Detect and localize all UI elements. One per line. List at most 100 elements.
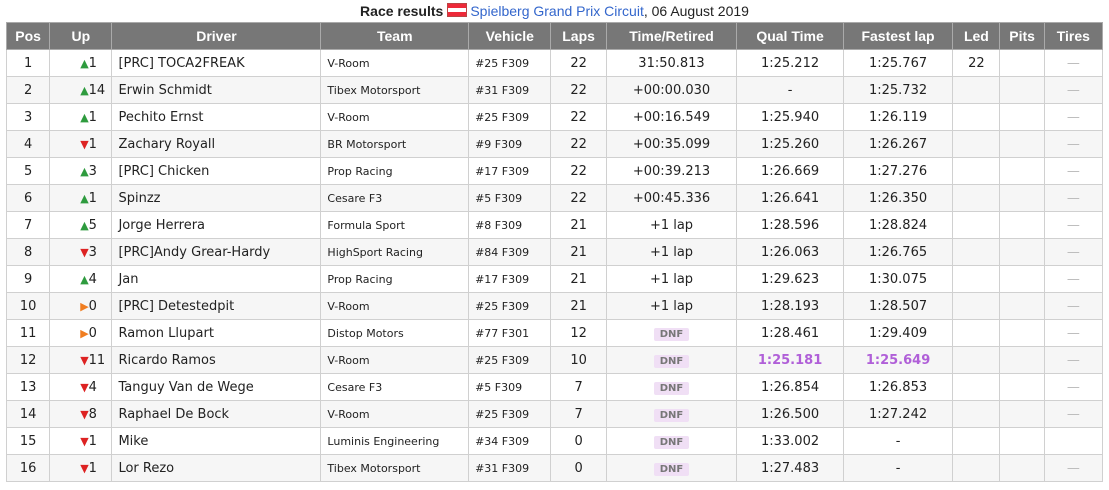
laps-cell: 7 [550,400,607,428]
col-header-team[interactable]: Team [320,22,470,50]
position-change-value: 1 [88,433,97,449]
team-name: V-Room [320,49,470,77]
position-change-value: 5 [88,217,97,233]
team-name: Tibex Motorsport [320,454,470,482]
team-name: Prop Racing [320,157,470,185]
qual-time-cell: 1:25.181 [736,346,844,374]
position-change: ▼1 [49,454,113,482]
col-header-pits[interactable]: Pits [999,22,1045,50]
fastest-lap-cell: 1:28.507 [842,292,954,320]
table-row: 14 ▼8 Raphael De Bock V-Room #25 F309 7 DNF 1:2… [5,400,1104,428]
team-name: Prop Racing [320,265,470,293]
col-header-fastest[interactable]: Fastest lap [842,22,954,50]
position-change: ▼11 [49,346,113,374]
team-name: HighSport Racing [320,238,470,266]
table-row: 10 ▶0 [PRC] Detestedpit V-Room #25 F309 21 +1 … [5,292,1104,320]
table-row: 9 ▲4 Jan Prop Racing #17 F309 21 +1 lap 1:29.62… [5,265,1104,293]
col-header-vehicle[interactable]: Vehicle [468,22,552,50]
fastest-lap-cell: 1:25.649 [842,346,954,374]
position-change-value: 3 [88,244,97,260]
time-cell: DNF [605,427,738,455]
time-cell: +1 lap [605,238,738,266]
fastest-lap-cell: 1:29.409 [842,319,954,347]
fastest-lap-cell: 1:26.267 [842,130,954,158]
position-change-value: 14 [88,82,106,98]
vehicle-cell: #9 F309 [468,130,552,158]
pos-cell: 7 [5,211,51,239]
fastest-lap-cell: 1:30.075 [842,265,954,293]
laps-cell: 7 [550,373,607,401]
triangle-up-icon: ▲ [80,218,89,232]
tires-cell: — [1043,49,1104,77]
triangle-up-icon: ▲ [80,164,89,178]
qual-time-cell: 1:26.669 [736,157,844,185]
pits-cell [999,238,1045,266]
pits-cell [999,346,1045,374]
pos-cell: 3 [5,103,51,131]
team-name: Cesare F3 [320,184,470,212]
driver-name: Mike [111,427,322,455]
pos-cell: 8 [5,238,51,266]
led-cell [952,454,1001,482]
table-row: 6 ▲1 Spinzz Cesare F3 #5 F309 22 +00:45.336 1:2… [5,184,1104,212]
qual-time-cell: 1:33.002 [736,427,844,455]
position-change: ▲4 [49,265,113,293]
triangle-down-icon: ▼ [80,461,89,475]
led-cell [952,346,1001,374]
time-cell: +00:00.030 [605,76,738,104]
triangle-up-icon: ▲ [80,191,89,205]
pos-cell: 1 [5,49,51,77]
col-header-qual[interactable]: Qual Time [736,22,844,50]
position-change-value: 11 [88,352,106,368]
table-row: 8 ▼3 [PRC]Andy Grear-Hardy HighSport Racing… [5,238,1104,266]
time-cell: DNF [605,346,738,374]
header-row: Pos Up Driver Team Vehicle Laps Time/Ret… [5,22,1104,50]
laps-cell: 22 [550,130,607,158]
position-change: ▲5 [49,211,113,239]
col-header-up[interactable]: Up [49,22,113,50]
dnf-badge: DNF [653,327,690,341]
led-cell: 22 [952,49,1001,77]
team-name: Distop Motors [320,319,470,347]
driver-name: Jan [111,265,322,293]
triangle-down-icon: ▼ [80,407,89,421]
position-change-value: 3 [88,163,97,179]
led-cell [952,400,1001,428]
col-header-pos[interactable]: Pos [5,22,51,50]
tires-cell: — [1043,157,1104,185]
col-header-time[interactable]: Time/Retired [605,22,738,50]
position-change-value: 0 [88,298,97,314]
driver-name: [PRC]Andy Grear-Hardy [111,238,322,266]
pits-cell [999,265,1045,293]
austria-flag-icon [447,3,468,17]
laps-cell: 22 [550,49,607,77]
table-row: 7 ▲5 Jorge Herrera Formula Sport #8 F309 21 +1… [5,211,1104,239]
col-header-tires[interactable]: Tires [1043,22,1104,50]
tires-cell: — [1043,130,1104,158]
led-cell [952,76,1001,104]
pits-cell [999,184,1045,212]
pos-cell: 10 [5,292,51,320]
time-cell: +1 lap [605,211,738,239]
results-caption: Race results Spielberg Grand Prix Circuit… [0,0,1109,22]
position-change-value: 1 [88,55,97,71]
table-row: 15 ▼1 Mike Luminis Engineering #34 F309 0 DNF 1… [5,427,1104,455]
circuit-link[interactable]: Spielberg Grand Prix Circuit [470,3,644,19]
team-name: V-Room [320,292,470,320]
vehicle-cell: #17 F309 [468,265,552,293]
col-header-laps[interactable]: Laps [550,22,607,50]
led-cell [952,184,1001,212]
qual-time-cell: 1:25.940 [736,103,844,131]
dnf-badge: DNF [653,408,690,422]
col-header-driver[interactable]: Driver [111,22,322,50]
dnf-badge: DNF [653,435,690,449]
triangle-right-icon: ▶ [80,299,89,313]
driver-name: Zachary Royall [111,130,322,158]
position-change-value: 1 [88,460,97,476]
col-header-led[interactable]: Led [952,22,1001,50]
time-cell: DNF [605,319,738,347]
vehicle-cell: #8 F309 [468,211,552,239]
tires-cell: — [1043,265,1104,293]
pos-cell: 14 [5,400,51,428]
position-change-value: 0 [88,325,97,341]
